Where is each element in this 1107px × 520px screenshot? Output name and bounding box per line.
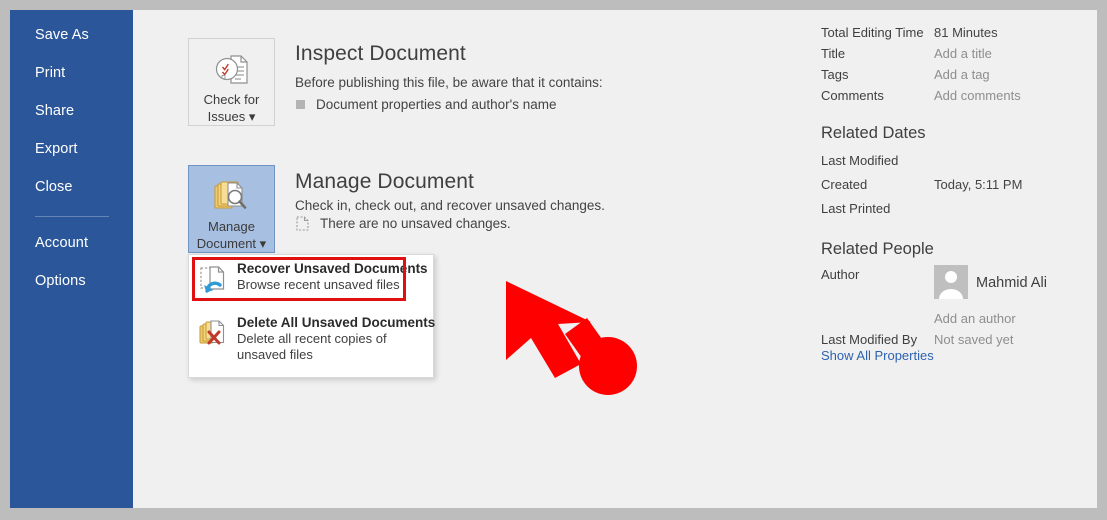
related-dates-heading: Related Dates: [821, 124, 926, 142]
inspect-document-subtitle: Before publishing this file, be aware th…: [295, 75, 603, 90]
inspect-document-bullet: Document properties and author's name: [296, 97, 556, 112]
check-for-issues-button[interactable]: Check for Issues ▾: [188, 38, 275, 126]
add-an-author-link[interactable]: Add an author: [934, 311, 1016, 326]
menu-item-recover-unsaved-documents[interactable]: Recover Unsaved Documents Browse recent …: [189, 261, 433, 309]
property-label-title: Title: [821, 46, 846, 61]
sidebar-item-save-as[interactable]: Save As: [10, 20, 133, 50]
property-value-title[interactable]: Add a title: [934, 46, 992, 61]
delete-all-unsaved-documents-icon: [199, 319, 229, 349]
sidebar-item-close[interactable]: Close: [10, 172, 133, 202]
sidebar-item-options[interactable]: Options: [10, 266, 133, 296]
property-label-created: Created: [821, 177, 868, 192]
recover-unsaved-documents-icon: [199, 265, 229, 295]
backstage-main-panel: Check for Issues ▾ Inspect Document Befo…: [133, 10, 1097, 508]
show-all-properties-link[interactable]: Show All Properties: [821, 348, 934, 363]
manage-document-dropdown-menu: Recover Unsaved Documents Browse recent …: [188, 254, 436, 378]
related-people-heading: Related People: [821, 240, 934, 258]
red-pointer-arrow: [506, 281, 637, 395]
property-value-comments[interactable]: Add comments: [934, 88, 1021, 103]
square-bullet-icon: [296, 100, 305, 109]
property-label-last-printed: Last Printed: [821, 201, 891, 216]
sidebar-item-export[interactable]: Export: [10, 134, 133, 164]
inspect-document-title: Inspect Document: [295, 42, 466, 65]
property-label-last-modified: Last Modified: [821, 153, 899, 168]
property-label-total-editing-time: Total Editing Time: [821, 25, 924, 40]
document-properties-panel: Total Editing Time 81 Minutes Title Add …: [821, 10, 1097, 508]
menu-item-title: Recover Unsaved Documents: [237, 261, 428, 276]
sidebar-item-print[interactable]: Print: [10, 58, 133, 88]
sidebar-item-label: Export: [35, 141, 78, 157]
author-name: Mahmid Ali: [976, 275, 1047, 291]
unsaved-changes-icon: [296, 216, 309, 231]
manage-document-title: Manage Document: [295, 170, 474, 193]
property-value-total-editing-time: 81 Minutes: [934, 25, 998, 40]
menu-item-description: Browse recent unsaved files: [237, 277, 400, 292]
backstage-info-screen: Save As Print Share Export Close Account…: [10, 10, 1097, 508]
chevron-down-icon: ▾: [245, 109, 256, 124]
author-avatar: [934, 265, 968, 299]
manage-document-label: Manage Document ▾: [196, 219, 267, 251]
sidebar-item-account[interactable]: Account: [10, 228, 133, 258]
manage-document-subtitle: Check in, check out, and recover unsaved…: [295, 198, 605, 213]
manage-document-button[interactable]: Manage Document ▾: [188, 165, 275, 253]
sidebar-divider: [35, 216, 109, 217]
property-label-comments: Comments: [821, 88, 884, 103]
property-value-tags[interactable]: Add a tag: [934, 67, 990, 82]
property-label-tags: Tags: [821, 67, 849, 82]
manage-document-bullet: There are no unsaved changes.: [296, 216, 511, 231]
property-value-last-modified-by: Not saved yet: [934, 332, 1014, 347]
sidebar-item-label: Options: [35, 273, 86, 289]
menu-item-description-line2: unsaved files: [237, 347, 313, 362]
manage-document-icon: [212, 179, 252, 215]
sidebar-item-label: Close: [35, 179, 73, 195]
backstage-sidebar: Save As Print Share Export Close Account…: [10, 10, 133, 508]
manage-document-bullet-text: There are no unsaved changes.: [320, 216, 511, 231]
sidebar-item-label: Share: [35, 103, 75, 119]
check-for-issues-icon: [213, 52, 251, 88]
property-value-created: Today, 5:11 PM: [934, 177, 1023, 192]
chevron-down-icon: ▾: [256, 236, 267, 251]
sidebar-item-label: Print: [35, 65, 66, 81]
inspect-document-bullet-text: Document properties and author's name: [316, 97, 557, 112]
property-label-author: Author: [821, 267, 860, 282]
sidebar-item-share[interactable]: Share: [10, 96, 133, 126]
sidebar-item-label: Save As: [35, 27, 89, 43]
menu-item-description: Delete all recent copies of: [237, 331, 387, 346]
menu-item-delete-all-unsaved-documents[interactable]: Delete All Unsaved Documents Delete all …: [189, 315, 436, 371]
menu-item-title: Delete All Unsaved Documents: [237, 315, 436, 330]
property-label-last-modified-by: Last Modified By: [821, 332, 918, 347]
sidebar-item-label: Account: [35, 235, 89, 251]
check-for-issues-label: Check for Issues ▾: [203, 92, 260, 124]
